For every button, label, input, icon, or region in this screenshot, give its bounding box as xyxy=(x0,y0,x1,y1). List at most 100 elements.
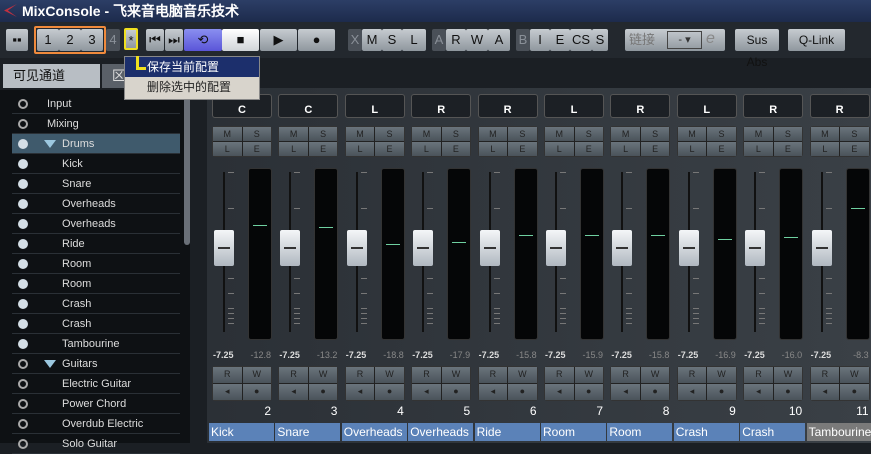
solo-button[interactable]: S xyxy=(242,127,271,141)
go-to-start-icon[interactable]: ⏮ xyxy=(146,29,164,51)
volume-fader[interactable] xyxy=(346,230,367,266)
peak-value[interactable]: -18.8 xyxy=(383,350,404,360)
pan-control[interactable]: R xyxy=(610,94,671,118)
listen-button[interactable]: L xyxy=(677,142,707,156)
volume-fader[interactable] xyxy=(546,230,566,266)
visibility-dot-icon[interactable] xyxy=(18,419,28,429)
channel-list-item[interactable]: Overdub Electric xyxy=(12,414,180,434)
folder-expand-icon[interactable] xyxy=(44,140,56,148)
listen-button[interactable]: L xyxy=(279,142,308,156)
visibility-dot-icon[interactable] xyxy=(18,259,28,269)
write-button[interactable]: W xyxy=(840,367,869,383)
volume-fader[interactable] xyxy=(745,230,766,266)
automation-button[interactable]: A xyxy=(488,29,510,51)
channel-name[interactable]: Crash xyxy=(740,423,806,441)
write-button[interactable]: W xyxy=(308,367,338,383)
listen-button[interactable]: L xyxy=(744,142,773,156)
fader-value[interactable]: -7.25 xyxy=(412,350,433,360)
record-enable-icon[interactable]: ● xyxy=(308,384,338,400)
read-button[interactable]: R xyxy=(279,367,308,383)
volume-fader[interactable] xyxy=(280,230,301,266)
list-scrollbar[interactable] xyxy=(184,90,190,245)
visibility-dot-icon[interactable] xyxy=(18,99,28,109)
visibility-dot-icon[interactable] xyxy=(18,399,28,409)
read-button[interactable]: R xyxy=(810,367,840,383)
sus-abs-button[interactable]: Sus Abs xyxy=(735,29,779,69)
layout-icon[interactable]: ▪▪ xyxy=(6,29,28,51)
edit-button[interactable]: E xyxy=(308,142,338,156)
mute-button[interactable]: M xyxy=(279,127,308,141)
pan-control[interactable]: R xyxy=(743,94,804,118)
fader-value[interactable]: -7.25 xyxy=(678,350,699,360)
peak-value[interactable]: -12.8 xyxy=(250,350,271,360)
channel-name[interactable]: Overheads xyxy=(341,423,407,441)
monitor-icon[interactable]: ◂ xyxy=(478,384,508,400)
channel-name[interactable]: Snare xyxy=(275,423,341,441)
config-4-button[interactable]: 4 xyxy=(106,29,120,51)
volume-fader[interactable] xyxy=(811,230,832,266)
mute-button[interactable]: M xyxy=(611,127,640,141)
channel-name[interactable]: Room xyxy=(607,423,673,441)
listen-button[interactable]: L xyxy=(810,142,840,156)
volume-fader[interactable] xyxy=(612,230,633,266)
mute-button[interactable]: M xyxy=(744,127,773,141)
fader-value[interactable]: -7.25 xyxy=(213,350,234,360)
channel-list-item[interactable]: Ride xyxy=(12,234,180,254)
record-enable-icon[interactable]: ● xyxy=(840,384,869,400)
volume-fader[interactable] xyxy=(413,230,434,266)
play-icon[interactable]: ▶ xyxy=(260,29,297,51)
visibility-dot-icon[interactable] xyxy=(18,439,28,449)
channel-list-item[interactable]: Mixing xyxy=(12,114,180,134)
edit-button[interactable]: E xyxy=(242,142,271,156)
solo-button[interactable]: S xyxy=(840,127,869,141)
config-1-button[interactable]: 1 xyxy=(37,29,59,51)
monitor-icon[interactable]: ◂ xyxy=(213,384,242,400)
peak-value[interactable]: -16.0 xyxy=(782,350,803,360)
channel-list-item[interactable]: Room xyxy=(12,254,180,274)
write-button[interactable]: W xyxy=(441,367,471,383)
channel-list-item[interactable]: Snare xyxy=(12,174,180,194)
mute-button[interactable]: M xyxy=(345,127,375,141)
channel-list-item[interactable]: Guitars xyxy=(12,354,180,374)
visibility-dot-icon[interactable] xyxy=(18,199,28,209)
monitor-icon[interactable]: ◂ xyxy=(412,384,441,400)
solo-button[interactable]: S xyxy=(308,127,338,141)
listen-button[interactable]: L xyxy=(213,142,242,156)
fader-value[interactable]: -7.25 xyxy=(611,350,632,360)
global-mute-button[interactable]: M xyxy=(362,29,382,51)
record-enable-icon[interactable]: ● xyxy=(441,384,471,400)
fader-value[interactable]: -7.25 xyxy=(545,350,566,360)
channel-name[interactable]: Kick xyxy=(209,423,274,441)
channel-name[interactable]: Crash xyxy=(673,423,739,441)
record-enable-icon[interactable]: ● xyxy=(773,384,803,400)
write-button[interactable]: W xyxy=(508,367,537,383)
pan-control[interactable]: L xyxy=(344,94,405,118)
edit-button[interactable]: E xyxy=(375,142,404,156)
solo-button[interactable]: S xyxy=(640,127,670,141)
folder-expand-icon[interactable] xyxy=(44,360,56,368)
solo-button[interactable]: S xyxy=(508,127,537,141)
global-read-button[interactable]: R xyxy=(446,29,466,51)
write-button[interactable]: W xyxy=(640,367,670,383)
visibility-dot-icon[interactable] xyxy=(18,239,28,249)
global-cs-button[interactable]: CS xyxy=(570,29,592,51)
global-solo-button[interactable]: S xyxy=(382,29,402,51)
record-icon[interactable]: ● xyxy=(298,29,335,51)
channel-name[interactable]: Tambourine xyxy=(806,423,871,441)
peak-value[interactable]: -17.9 xyxy=(450,350,471,360)
write-button[interactable]: W xyxy=(242,367,271,383)
global-s-button[interactable]: S xyxy=(592,29,608,51)
listen-button[interactable]: L xyxy=(611,142,640,156)
visibility-dot-icon[interactable] xyxy=(18,279,28,289)
channel-list-item[interactable]: Tambourine xyxy=(12,334,180,354)
mute-button[interactable]: M xyxy=(478,127,508,141)
channel-list-item[interactable]: Crash xyxy=(12,294,180,314)
config-2-button[interactable]: 2 xyxy=(59,29,81,51)
fader-value[interactable]: -7.25 xyxy=(279,350,300,360)
read-button[interactable]: R xyxy=(478,367,508,383)
peak-value[interactable]: -8.3 xyxy=(853,350,869,360)
listen-button[interactable]: L xyxy=(478,142,508,156)
channel-list-item[interactable]: Electric Guitar xyxy=(12,374,180,394)
global-listen-button[interactable]: L xyxy=(402,29,426,51)
pan-control[interactable]: R xyxy=(477,94,538,118)
